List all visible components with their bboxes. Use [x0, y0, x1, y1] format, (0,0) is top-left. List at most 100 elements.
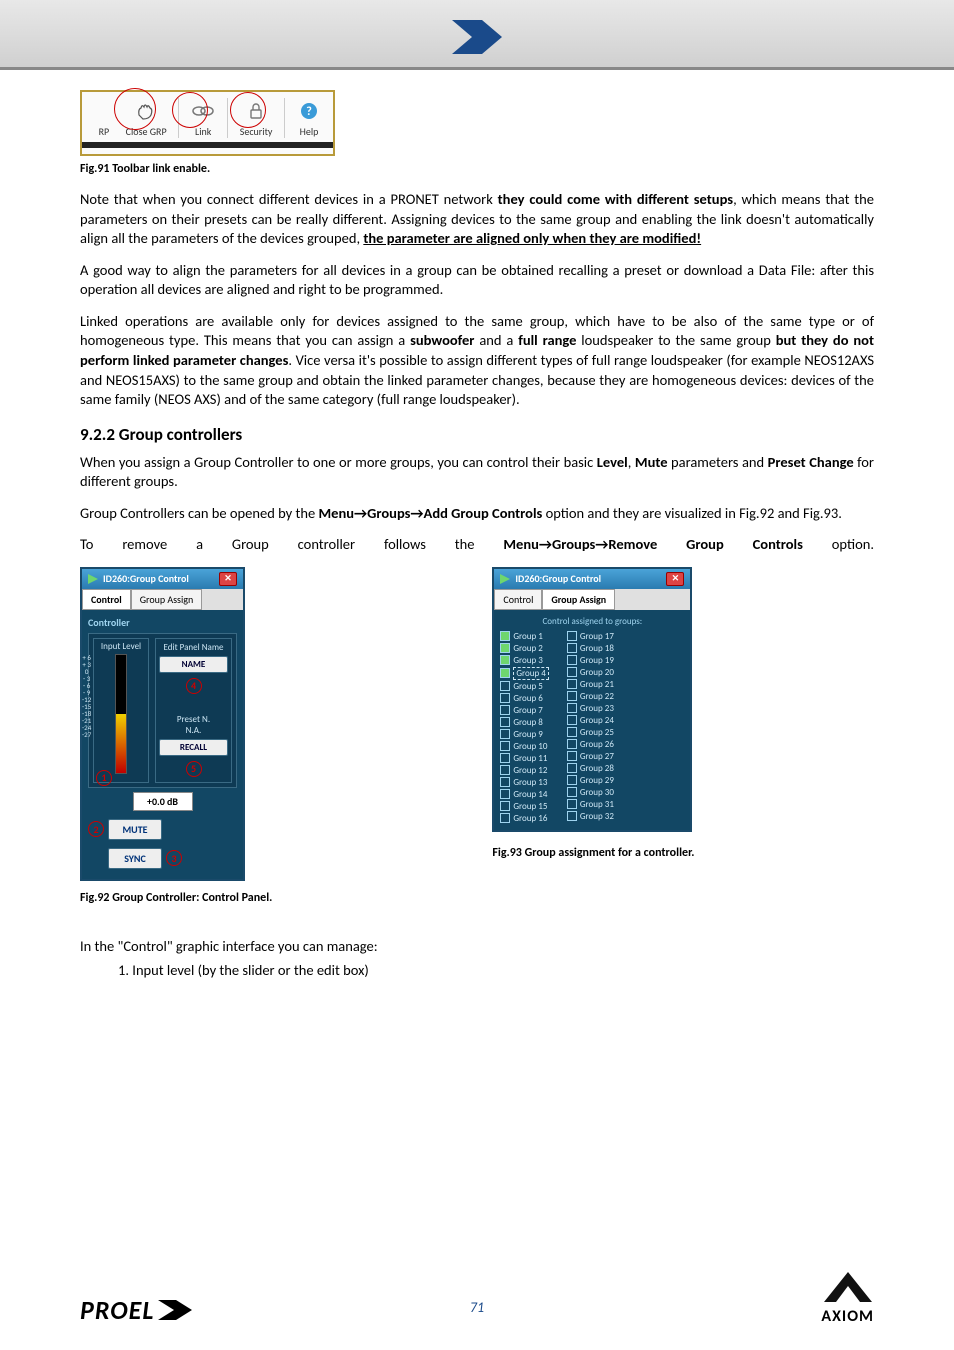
text: Note that when you connect different dev… [80, 190, 498, 208]
group-label: Group 18 [580, 643, 614, 654]
toolbar-item-rp[interactable]: RP [94, 125, 114, 138]
group-checkbox-item[interactable]: Group 31 [567, 799, 614, 810]
checkbox-icon[interactable] [567, 751, 577, 761]
checkbox-icon[interactable] [567, 715, 577, 725]
group-checkbox-item[interactable]: Group 26 [567, 739, 614, 750]
group-checkbox-item[interactable]: Group 14 [500, 789, 548, 800]
group-checkbox-item[interactable]: Group 27 [567, 751, 614, 762]
group-checkbox-item[interactable]: Group 25 [567, 727, 614, 738]
group-checkbox-item[interactable]: Group 17 [567, 631, 614, 642]
dialog-titlebar[interactable]: ID260:Group Control ✕ [494, 569, 690, 589]
group-checkbox-item[interactable]: Group 10 [500, 741, 548, 752]
input-level-meter[interactable]: Input Level + 6+ 30- 3- 6- 9-12-15-18-21… [93, 638, 149, 783]
checkbox-icon[interactable] [500, 693, 510, 703]
group-checkbox-item[interactable]: Group 30 [567, 787, 614, 798]
group-checkbox-item[interactable]: Group 12 [500, 765, 548, 776]
checkbox-icon[interactable] [567, 763, 577, 773]
checkbox-icon[interactable] [567, 655, 577, 665]
checkbox-icon[interactable] [500, 631, 510, 641]
group-checkbox-item[interactable]: Group 3 [500, 655, 548, 666]
checkbox-icon[interactable] [567, 775, 577, 785]
group-checkbox-item[interactable]: Group 28 [567, 763, 614, 774]
group-label: Group 10 [513, 741, 547, 752]
group-checkbox-item[interactable]: Group 1 [500, 631, 548, 642]
group-checkbox-item[interactable]: Group 6 [500, 693, 548, 704]
checkbox-icon[interactable] [500, 717, 510, 727]
checkbox-icon[interactable] [567, 727, 577, 737]
group-checkbox-item[interactable]: Group 32 [567, 811, 614, 822]
group-label: Group 13 [513, 777, 547, 788]
checkbox-icon[interactable] [500, 668, 510, 678]
close-icon[interactable]: ✕ [666, 572, 684, 586]
recall-button[interactable]: RECALL [159, 739, 228, 756]
checkbox-icon[interactable] [567, 739, 577, 749]
toolbar-item-help[interactable]: ? Help [297, 99, 321, 138]
sync-button[interactable]: SYNC [108, 848, 162, 869]
checkbox-icon[interactable] [567, 643, 577, 653]
group-label: Group 20 [580, 667, 614, 678]
checkbox-icon[interactable] [500, 729, 510, 739]
group-checkbox-item[interactable]: Group 7 [500, 705, 548, 716]
group-label: Group 28 [580, 763, 614, 774]
group-checkbox-item[interactable]: Group 21 [567, 679, 614, 690]
group-checkbox-item[interactable]: Group 19 [567, 655, 614, 666]
group-checkbox-item[interactable]: Group 15 [500, 801, 548, 812]
toolbar-label: Link [195, 125, 211, 138]
checkbox-icon[interactable] [500, 765, 510, 775]
group-checkbox-item[interactable]: Group 18 [567, 643, 614, 654]
figure-caption: Fig.93 Group assignment for a controller… [492, 846, 694, 860]
axiom-logo-icon [824, 1272, 872, 1302]
group-checkbox-item[interactable]: Group 20 [567, 667, 614, 678]
close-icon[interactable]: ✕ [219, 572, 237, 586]
play-icon [88, 574, 100, 584]
group-checkbox-item[interactable]: Group 24 [567, 715, 614, 726]
checkbox-icon[interactable] [567, 691, 577, 701]
checkbox-icon[interactable] [500, 741, 510, 751]
checkbox-icon[interactable] [567, 667, 577, 677]
mute-button[interactable]: MUTE [108, 819, 162, 840]
toolbar-bottom-strip [82, 142, 333, 148]
tab-control[interactable]: Control [82, 589, 131, 610]
group-checkbox-item[interactable]: Group 13 [500, 777, 548, 788]
group-checkbox-item[interactable]: Group 16 [500, 813, 548, 824]
checkbox-icon[interactable] [500, 681, 510, 691]
group-assign-heading: Control assigned to groups: [500, 616, 684, 627]
text: parameters and [668, 453, 768, 471]
group-checkbox-item[interactable]: Group 11 [500, 753, 548, 764]
checkbox-icon[interactable] [500, 777, 510, 787]
checkbox-icon[interactable] [500, 753, 510, 763]
checkbox-icon[interactable] [500, 655, 510, 665]
name-button[interactable]: NAME [159, 656, 228, 673]
annotation-3: 3 [166, 850, 182, 866]
group-label: Group 3 [513, 655, 542, 666]
group-label: Group 4 [513, 667, 548, 680]
checkbox-icon[interactable] [567, 631, 577, 641]
checkbox-icon[interactable] [500, 789, 510, 799]
paragraph: A good way to align the parameters for a… [80, 261, 874, 300]
checkbox-icon[interactable] [567, 679, 577, 689]
checkbox-icon[interactable] [500, 643, 510, 653]
tab-group-assign[interactable]: Group Assign [131, 589, 203, 610]
group-checkbox-item[interactable]: Group 22 [567, 691, 614, 702]
checkbox-icon[interactable] [500, 801, 510, 811]
level-slider[interactable] [115, 654, 127, 774]
dialog-titlebar[interactable]: ID260:Group Control ✕ [82, 569, 243, 589]
tab-group-assign[interactable]: Group Assign [542, 589, 615, 610]
checkbox-icon[interactable] [567, 799, 577, 809]
checkbox-icon[interactable] [500, 705, 510, 715]
checkbox-icon[interactable] [567, 703, 577, 713]
group-checkbox-item[interactable]: Group 4 [500, 667, 548, 680]
group-checkbox-item[interactable]: Group 8 [500, 717, 548, 728]
group-checkbox-item[interactable]: Group 2 [500, 643, 548, 654]
group-checkbox-item[interactable]: Group 5 [500, 681, 548, 692]
group-label: Group 14 [513, 789, 547, 800]
checkbox-icon[interactable] [567, 811, 577, 821]
group-checkbox-item[interactable]: Group 23 [567, 703, 614, 714]
checkbox-icon[interactable] [567, 787, 577, 797]
level-value-input[interactable]: +0.0 dB [133, 792, 193, 811]
checkbox-icon[interactable] [500, 813, 510, 823]
group-checkbox-item[interactable]: Group 9 [500, 729, 548, 740]
group-label: Group 7 [513, 705, 542, 716]
group-checkbox-item[interactable]: Group 29 [567, 775, 614, 786]
tab-control[interactable]: Control [494, 589, 542, 610]
